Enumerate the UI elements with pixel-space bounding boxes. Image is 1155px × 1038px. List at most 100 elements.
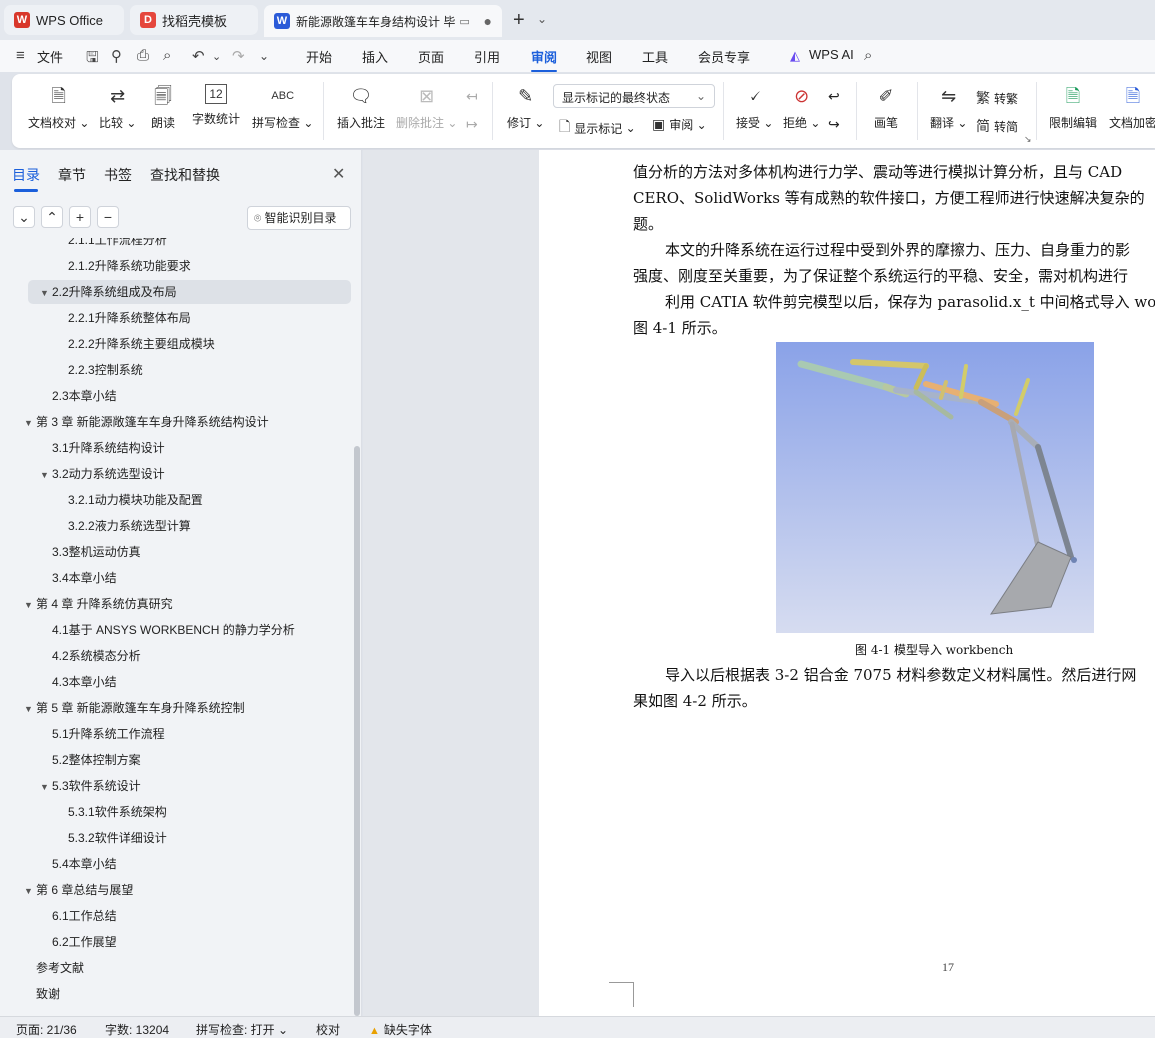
dialog-launcher-icon[interactable]: ↘ [1024,134,1032,145]
to-simplified-button[interactable]: 简 转简 [976,116,1018,136]
print-icon[interactable]: ⎙ [137,47,149,64]
previous-comment-icon[interactable]: ↤ [466,88,478,105]
menu-reference[interactable]: 引用 [474,47,500,66]
tab-bookmarks[interactable]: 书签 [104,165,132,185]
redo-icon[interactable]: ↷ [232,47,245,65]
toc-item[interactable]: 5.1升降系统工作流程 [0,722,350,746]
toc-item[interactable]: 3.4本章小结 [0,566,350,590]
toc-item[interactable]: ▼ 第 6 章总结与展望 [0,878,350,902]
previous-change-icon[interactable]: ↩ [828,88,840,105]
tab-sections[interactable]: 章节 [58,165,86,185]
toc-item[interactable]: ▼ 第 3 章 新能源敞篷车车身升降系统结构设计 [0,410,350,434]
search-icon[interactable]: ⌕ [864,47,872,64]
tab-docer-templates[interactable]: D 找稻壳模板 [130,5,258,35]
toc-item[interactable]: 4.2系统模态分析 [0,644,350,668]
share-icon[interactable]: ⚲ [111,47,122,65]
toc-item[interactable]: 3.2.1动力模块功能及配置 [0,488,350,512]
expand-toggle-icon[interactable]: ▼ [40,281,52,305]
toc-item[interactable]: 5.4本章小结 [0,852,350,876]
toc-item[interactable]: 2.1.1工作流程分析 [0,238,350,252]
toc-item[interactable]: 2.2.1升降系统整体布局 [0,306,350,330]
toc-item[interactable]: 致谢 [0,982,350,1006]
more-chevron-icon[interactable]: ⌄ [259,49,269,63]
insert-comment-button[interactable]: 🗨 插入批注 [337,84,385,131]
new-tab-button[interactable]: + [513,9,525,32]
toc-item[interactable]: ▼ 第 4 章 升降系统仿真研究 [0,592,350,616]
word-count-button[interactable]: 12 字数统计 [192,84,240,127]
expand-toggle-icon[interactable]: ▼ [24,411,36,435]
toc-item[interactable]: 4.3本章小结 [0,670,350,694]
spell-check-indicator[interactable]: 拼写检查: 打开 ⌄ [196,1021,288,1038]
menu-wps-ai[interactable]: WPS AI [809,47,854,62]
to-traditional-button[interactable]: 繁 转繁 [976,88,1018,108]
missing-font-indicator[interactable]: ▲ 缺失字体 [369,1021,432,1038]
accept-button[interactable]: 🗸 接受 ⌄ [736,84,773,131]
toc-item[interactable]: ▼ 第 5 章 新能源敞篷车车身升降系统控制 [0,696,350,720]
review-pane-button[interactable]: ▣ 审阅 ⌄ [652,116,707,133]
toc-item[interactable]: 3.2.2液力系统选型计算 [0,514,350,538]
expand-toggle-icon[interactable]: ▼ [24,697,36,721]
expand-up-button[interactable]: ⌃ [41,206,63,228]
menu-member[interactable]: 会员专享 [698,47,750,66]
menu-review[interactable]: 审阅 [531,47,558,72]
save-icon[interactable]: 🖫 [86,47,99,72]
compare-button[interactable]: ⇄ 比较 ⌄ [99,84,136,131]
spell-check-button[interactable]: ABC 拼写检查 ⌄ [252,84,313,131]
doc-encrypt-button[interactable]: 🗎 文档加密 [1109,84,1155,131]
remove-heading-button[interactable]: − [97,206,119,228]
document-page[interactable]: 值分析的方法对多体机构进行力学、震动等进行模拟计算分析，且与 CAD CERO、S… [539,150,1155,1016]
menu-page[interactable]: 页面 [418,47,444,66]
toc-item[interactable]: ▼ 5.3软件系统设计 [0,774,350,798]
next-comment-icon[interactable]: ↦ [466,116,478,133]
tab-current-document[interactable]: W 新能源敞篷车车身结构设计 毕 ▭ ● [264,5,502,37]
menu-file[interactable]: 文件 [37,47,63,66]
doc-check-button[interactable]: 🗎 文档校对 ⌄ [28,84,89,131]
tab-find-replace[interactable]: 查找和替换 [150,165,220,185]
toc-item[interactable]: 6.2工作展望 [0,930,350,954]
toc-item[interactable]: 6.1工作总结 [0,904,350,928]
reject-button[interactable]: ⊘ 拒绝 ⌄ [783,84,820,131]
toc-item[interactable]: 2.1.2升降系统功能要求 [0,254,350,278]
expand-toggle-icon[interactable]: ▼ [40,463,52,487]
menu-home[interactable]: 开始 [306,47,332,66]
chevron-down-icon[interactable]: ⌄ [212,50,221,63]
add-heading-button[interactable]: + [69,206,91,228]
restrict-edit-button[interactable]: 🗎 限制编辑 [1049,84,1097,131]
toc-item[interactable]: 5.3.2软件详细设计 [0,826,350,850]
close-tab-icon[interactable]: ● [484,13,492,29]
tab-toc[interactable]: 目录 [12,165,40,192]
pen-button[interactable]: ✐ 画笔 [874,84,898,131]
close-icon[interactable]: ✕ [332,164,345,184]
next-change-icon[interactable]: ↪ [828,116,840,133]
undo-icon[interactable]: ↶ [192,47,205,65]
revise-button[interactable]: ✎ 修订 ⌄ [507,84,544,131]
toc-item[interactable]: 2.3本章小结 [0,384,350,408]
toc-item[interactable]: 4.1基于 ANSYS WORKBENCH 的静力学分析 [0,618,350,642]
word-count-indicator[interactable]: 字数: 13204 [105,1021,169,1038]
hamburger-menu-icon[interactable]: ≡ [16,47,25,64]
chevron-down-icon[interactable]: ⌄ [537,12,547,26]
smart-toc-button[interactable]: ⌾ 智能识别目录 [247,206,351,230]
toc-item[interactable]: 5.2整体控制方案 [0,748,350,772]
read-aloud-button[interactable]: 🗐 朗读 [151,84,175,131]
toc-item[interactable]: ▼ 2.2升降系统组成及布局 [28,280,351,304]
translate-button[interactable]: ⇋ 翻译 ⌄ [930,84,967,131]
toc-item[interactable]: 5.3.1软件系统架构 [0,800,350,824]
toc-item[interactable]: 2.2.2升降系统主要组成模块 [0,332,350,356]
menu-view[interactable]: 视图 [586,47,612,66]
toc-item[interactable]: 3.1升降系统结构设计 [0,436,350,460]
menu-tools[interactable]: 工具 [642,47,668,66]
toc-item[interactable]: 3.3整机运动仿真 [0,540,350,564]
collapse-down-button[interactable]: ⌄ [13,206,35,228]
scrollbar[interactable] [354,446,360,1016]
delete-comment-button[interactable]: ⊠ 删除批注 ⌄ [396,84,457,131]
expand-toggle-icon[interactable]: ▼ [24,879,36,903]
page-indicator[interactable]: 页面: 21/36 [16,1021,77,1038]
markup-state-select[interactable]: 显示标记的最终状态 ⌄ [553,84,715,108]
expand-toggle-icon[interactable]: ▼ [40,775,52,799]
print-preview-icon[interactable]: ⌕ [163,47,171,64]
proofread-indicator[interactable]: 校对 [316,1021,340,1038]
expand-toggle-icon[interactable]: ▼ [24,593,36,617]
toc-item[interactable]: 2.2.3控制系统 [0,358,350,382]
toc-item[interactable]: ▼ 3.2动力系统选型设计 [0,462,350,486]
